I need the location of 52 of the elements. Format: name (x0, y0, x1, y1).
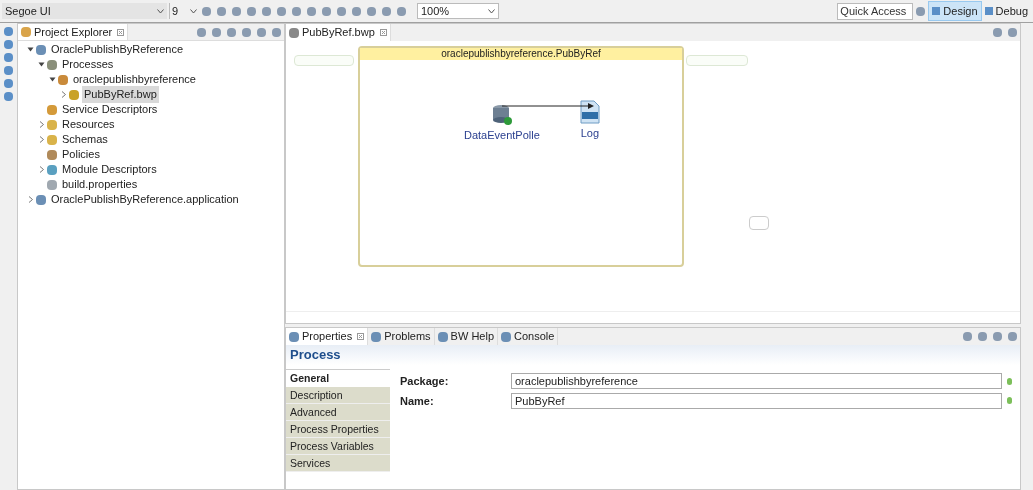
tree-item[interactable]: Service Descriptors (60, 101, 160, 118)
dropdown-caret-icon[interactable] (157, 8, 164, 14)
end-bar (686, 55, 748, 66)
collapse-icon[interactable] (37, 61, 45, 68)
perspective-button[interactable]: Debug (981, 1, 1031, 21)
process-title: oraclepublishbyreference.PubByRef (360, 48, 682, 60)
lightbulb-icon (1007, 397, 1012, 405)
font-family-select[interactable]: Segoe UI (2, 3, 167, 19)
collapse-icon[interactable] (26, 46, 34, 53)
section-tab[interactable]: Description (286, 387, 390, 404)
tree-item[interactable]: Policies (60, 146, 102, 163)
tree-item[interactable]: Schemas (60, 131, 110, 148)
note-shape (749, 216, 769, 230)
section-tab[interactable]: Process Variables (286, 438, 390, 455)
activity-label[interactable]: DataEventPolle (464, 127, 540, 144)
tree-item[interactable]: Resources (60, 116, 117, 133)
tree-item[interactable]: OraclePublishByReference.application (49, 191, 241, 208)
field-label: Name: (400, 393, 435, 409)
expand-icon[interactable] (37, 166, 45, 173)
dropdown-caret-icon[interactable] (190, 8, 197, 14)
project-icon (36, 194, 46, 205)
expand-icon[interactable] (37, 136, 45, 143)
properties-heading: Process (286, 345, 1020, 365)
lightbulb-icon (1007, 377, 1012, 385)
tree-item[interactable]: OraclePublishByReference (49, 41, 186, 58)
tree-item[interactable]: Module Descriptors (60, 161, 159, 178)
view-tab[interactable]: Properties (286, 328, 369, 345)
log-icon[interactable] (579, 100, 600, 124)
expand-icon[interactable] (26, 196, 34, 203)
section-tab[interactable]: Process Properties (286, 421, 390, 438)
collapse-icon[interactable] (48, 76, 56, 83)
expand-icon[interactable] (59, 91, 67, 98)
start-bar (294, 55, 354, 66)
font-size-select[interactable]: 9 (169, 3, 199, 19)
text-field[interactable]: oraclepublishbyreference (511, 373, 1002, 390)
zoom-select[interactable]: 100% (417, 3, 499, 19)
editor-tab[interactable]: PubByRef.bwp (286, 24, 391, 41)
tree-item[interactable]: oraclepublishbyreference (71, 71, 198, 88)
section-tab[interactable]: Advanced (286, 404, 390, 421)
perspective-button[interactable]: Design (928, 1, 982, 21)
project-icon (36, 44, 46, 55)
expand-icon[interactable] (37, 121, 45, 128)
text-field[interactable]: PubByRef (511, 392, 1002, 409)
project-explorer-tab[interactable]: Project Explorer (18, 24, 129, 40)
tree-item[interactable]: PubByRef.bwp (82, 86, 159, 103)
dropdown-caret-icon[interactable] (488, 8, 495, 14)
activity-label[interactable]: Log (580, 125, 599, 142)
quick-access-field[interactable]: Quick Access (837, 2, 914, 20)
tree-item[interactable]: Processes (60, 56, 116, 73)
tree-item[interactable]: build.properties (60, 176, 140, 193)
section-tab[interactable]: Services (286, 455, 390, 472)
field-label: Package: (400, 374, 450, 389)
